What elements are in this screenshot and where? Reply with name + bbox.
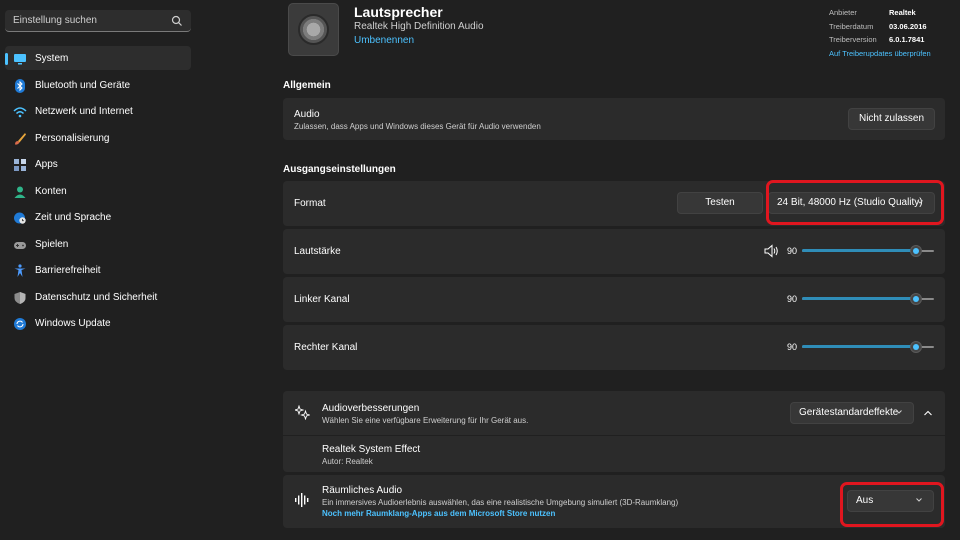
device-name: Lautsprecher [354,4,443,20]
check-driver-updates-link[interactable]: Auf Treiberupdates überprüfen [829,47,931,61]
left-channel-label: Linker Kanal [294,294,350,305]
provider-value: Realtek [889,8,916,17]
sidebar-item-label: Personalisierung [35,132,110,144]
left-channel-value: 90 [787,294,798,304]
effect-author: Autor: Realtek [322,457,373,466]
volume-slider[interactable] [802,245,934,257]
sidebar-item-label: Zeit und Sprache [35,212,112,223]
chevron-up-icon[interactable] [923,408,933,418]
slider-thumb[interactable] [910,245,922,257]
spatial-highlight-annotation [840,482,944,527]
sidebar-item-bluetooth[interactable]: Bluetooth und Geräte [5,73,191,97]
volume-label: Lautstärke [294,246,341,257]
apps-icon [14,159,26,171]
right-channel-card: Rechter Kanal 90 [283,325,945,370]
speaker-volume-icon[interactable] [764,244,779,258]
driver-info: Anbieter Realtek Treiberdatum 03.06.2016 T… [829,6,931,60]
sidebar: Einstellung suchen System Bluetooth und … [0,0,200,540]
chevron-down-icon [896,410,902,414]
driver-name: Realtek High Definition Audio [354,21,484,32]
volume-value: 90 [787,246,798,256]
rename-link[interactable]: Umbenennen [354,35,414,46]
gamepad-icon [14,241,26,249]
driver-version-value: 6.0.1.7841 [889,35,925,44]
realtek-effect-row: Realtek System Effect Autor: Realtek [283,436,945,472]
globe-clock-icon [14,212,26,224]
wifi-icon [13,107,27,118]
format-label: Format [294,198,326,209]
spatial-audio-description: Ein immersives Audioerlebnis auswählen, … [322,498,679,507]
sidebar-item-label: Konten [35,185,67,197]
enhancements-dropdown-value: Gerätestandardeffekte [799,407,899,418]
sidebar-item-privacy[interactable]: Datenschutz und Sicherheit [5,285,191,309]
sidebar-item-label: Apps [35,159,58,170]
audio-card: Audio Zulassen, dass Apps und Windows di… [283,98,945,140]
monitor-icon [14,54,26,65]
sidebar-item-windows-update[interactable]: Windows Update [5,311,191,335]
enhancements-dropdown[interactable]: Gerätestandardeffekte [790,402,914,424]
slider-thumb[interactable] [910,293,922,305]
enhancements-label: Audioverbesserungen [322,403,420,414]
audio-label: Audio [294,109,320,120]
update-icon [14,318,26,330]
sidebar-item-label: System [35,53,69,64]
sidebar-item-time-language[interactable]: Zeit und Sprache [5,205,191,229]
soundwave-icon [295,493,309,507]
left-channel-slider[interactable] [802,293,934,305]
sidebar-item-accounts[interactable]: Konten [5,179,191,203]
right-channel-slider[interactable] [802,341,934,353]
driver-date-key: Treiberdatum [829,21,874,31]
slider-thumb[interactable] [910,341,922,353]
section-title-general: Allgemein [283,80,331,91]
driver-version-key: Treiberversion [829,35,877,44]
sidebar-item-label: Spielen [35,238,69,250]
left-channel-card: Linker Kanal 90 [283,277,945,322]
disallow-audio-button[interactable]: Nicht zulassen [848,108,935,130]
sidebar-item-label: Datenschutz und Sicherheit [35,291,158,303]
format-highlight-annotation [766,180,944,225]
section-title-output: Ausgangseinstellungen [283,164,396,175]
sidebar-item-accessibility[interactable]: Barrierefreiheit [5,258,191,282]
audio-enhancements-card[interactable]: Audioverbesserungen Wählen Sie eine verf… [283,391,945,435]
person-icon [14,186,26,198]
test-button[interactable]: Testen [677,192,763,214]
speaker-device-icon [288,3,339,56]
right-channel-label: Rechter Kanal [294,342,358,353]
search-placeholder: Einstellung suchen [13,15,97,26]
sidebar-item-gaming[interactable]: Spielen [5,232,191,256]
sidebar-item-label: Barrierefreiheit [35,265,101,276]
sidebar-item-network[interactable]: Netzwerk und Internet [5,99,191,123]
driver-date-value: 03.06.2016 [889,21,927,31]
effect-name: Realtek System Effect [322,444,421,455]
brush-icon [15,132,26,145]
search-input[interactable]: Einstellung suchen [5,10,191,32]
volume-card: Lautstärke 90 [283,229,945,274]
provider-key: Anbieter [829,8,857,17]
sidebar-item-personalization[interactable]: Personalisierung [5,126,191,150]
enhancements-description: Wählen Sie eine verfügbare Erweiterung f… [322,416,529,425]
bluetooth-icon [15,78,25,93]
shield-icon [14,291,26,304]
sidebar-item-label: Bluetooth und Geräte [35,79,131,91]
sidebar-nav: System Bluetooth und Geräte Netzwerk und… [5,46,191,338]
accessibility-icon [14,264,26,277]
sidebar-item-system[interactable]: System [5,46,191,70]
audio-description: Zulassen, dass Apps und Windows dieses G… [294,122,541,131]
sidebar-item-apps[interactable]: Apps [5,152,191,176]
search-icon[interactable] [171,15,183,27]
spatial-audio-label: Räumliches Audio [322,485,403,496]
sidebar-item-label: Windows Update [35,318,111,329]
store-spatial-apps-link[interactable]: Noch mehr Raumklang-Apps aus dem Microso… [322,509,555,518]
sidebar-item-label: Netzwerk und Internet [35,106,133,117]
sparkle-icon [295,405,310,420]
right-channel-value: 90 [787,342,798,352]
